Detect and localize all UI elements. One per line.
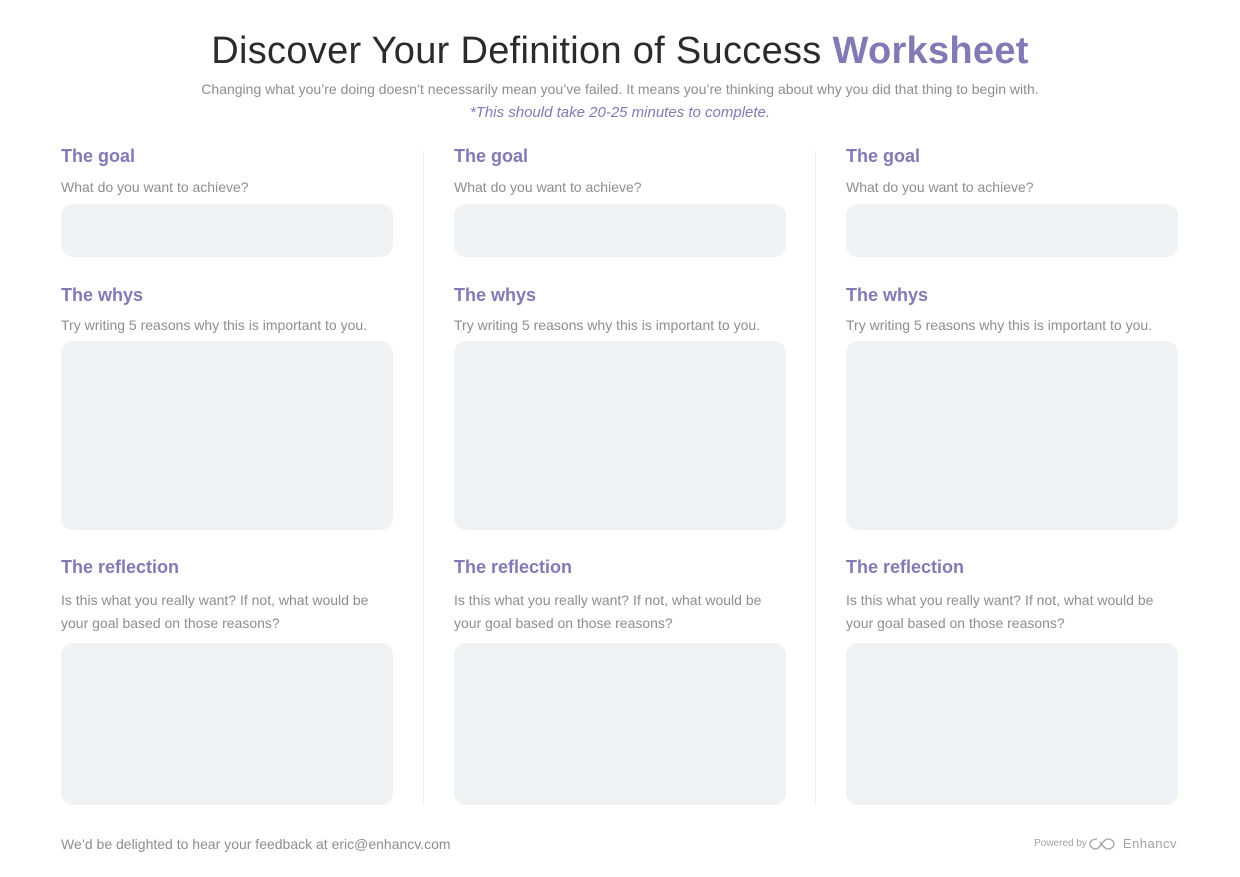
column-divider (815, 150, 816, 805)
goal-input[interactable] (454, 204, 786, 257)
title-main: Discover Your Definition of Success (211, 30, 822, 72)
whys-prompt: Try writing 5 reasons why this is import… (61, 317, 368, 333)
title-accent: Worksheet (832, 30, 1029, 72)
goal-prompt: What do you want to achieve? (61, 179, 249, 195)
powered-by: Powered by Enhancv (1034, 836, 1177, 851)
feedback-text: We’d be delighted to hear your feedback … (61, 836, 451, 852)
reflection-input[interactable] (61, 643, 393, 805)
reflection-input[interactable] (454, 643, 786, 805)
whys-prompt: Try writing 5 reasons why this is import… (846, 317, 1153, 333)
reflection-prompt: Is this what you really want? If not, wh… (846, 592, 1154, 631)
time-note: *This should take 20-25 minutes to compl… (469, 104, 771, 121)
whys-heading: The whys (61, 285, 144, 305)
goal-input[interactable] (846, 204, 1178, 257)
whys-input[interactable] (454, 341, 786, 530)
reflection-input[interactable] (846, 643, 1178, 805)
reflection-heading: The reflection (846, 557, 965, 577)
whys-heading: The whys (846, 285, 929, 305)
goal-input[interactable] (61, 204, 393, 257)
goal-heading: The goal (846, 146, 921, 166)
brand-name: Enhancv (1122, 836, 1177, 851)
goal-prompt: What do you want to achieve? (454, 179, 642, 195)
reflection-heading: The reflection (61, 557, 180, 577)
whys-prompt: Try writing 5 reasons why this is import… (454, 317, 761, 333)
goal-heading: The goal (61, 146, 136, 166)
whys-input[interactable] (61, 341, 393, 530)
page-title: Discover Your Definition of Success Work… (0, 30, 1240, 73)
subtitle: Changing what you’re doing doesn’t neces… (201, 81, 1039, 97)
enhancv-logo-icon (1089, 837, 1115, 850)
column-divider (423, 150, 424, 805)
goal-heading: The goal (454, 146, 529, 166)
powered-by-label: Powered by (1034, 838, 1087, 849)
reflection-prompt: Is this what you really want? If not, wh… (454, 592, 762, 631)
reflection-heading: The reflection (454, 557, 573, 577)
whys-input[interactable] (846, 341, 1178, 530)
reflection-prompt: Is this what you really want? If not, wh… (61, 592, 369, 631)
goal-prompt: What do you want to achieve? (846, 179, 1034, 195)
whys-heading: The whys (454, 285, 537, 305)
